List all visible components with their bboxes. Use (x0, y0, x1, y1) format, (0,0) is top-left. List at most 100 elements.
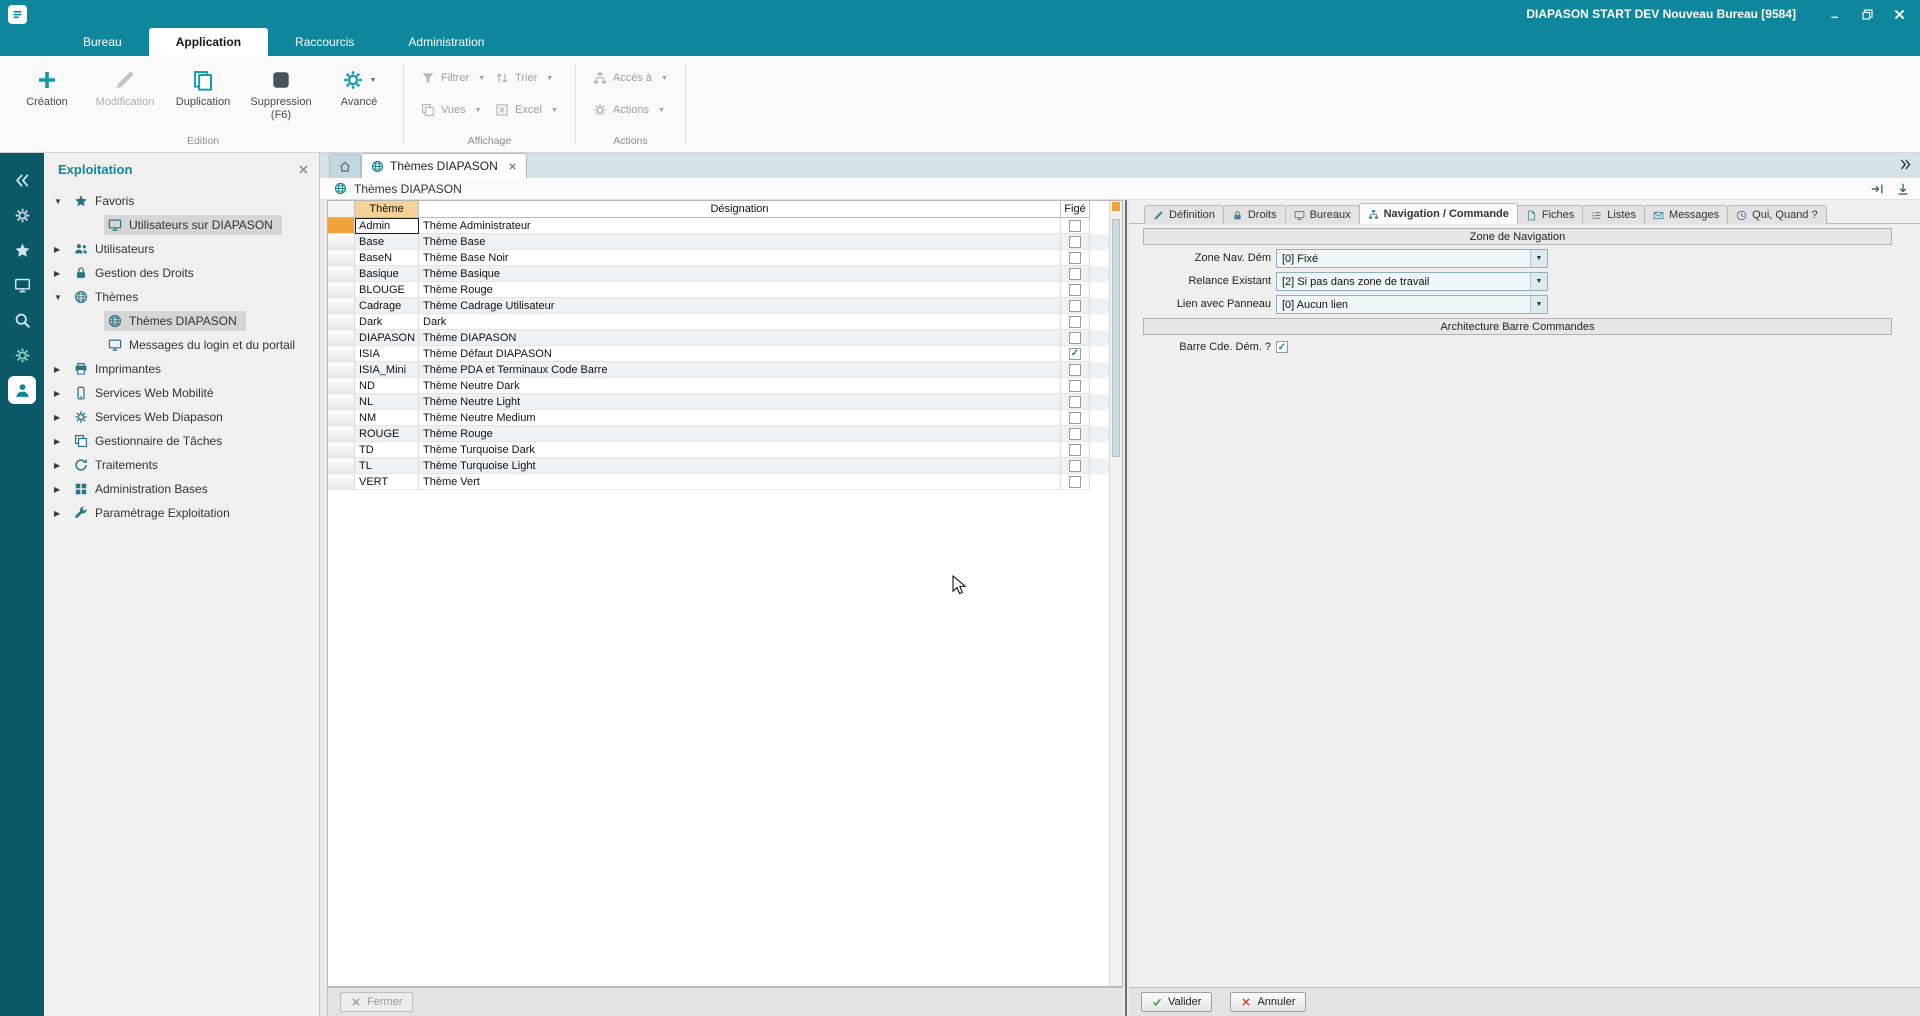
row-selector[interactable] (328, 298, 355, 314)
tab-overflow-button[interactable] (1899, 158, 1912, 174)
dropdown-caret-icon[interactable]: ▼ (370, 77, 377, 84)
panel-tab[interactable]: Fiches (1517, 205, 1583, 224)
designation-column-header[interactable]: Désignation (419, 201, 1061, 218)
expand-arrow-icon[interactable]: ▶ (54, 413, 70, 422)
theme-cell[interactable]: ISIA_Mini (355, 362, 419, 378)
designation-cell[interactable]: Thème Rouge (419, 426, 1061, 442)
table-row[interactable]: TL Thème Turquoise Light (328, 458, 1122, 474)
fige-checkbox[interactable] (1069, 348, 1081, 360)
theme-cell[interactable]: ND (355, 378, 419, 394)
fige-checkbox[interactable] (1069, 316, 1081, 328)
table-row[interactable]: ISIA_Mini Thème PDA et Terminaux Code Ba… (328, 362, 1122, 378)
table-row[interactable]: VERT Thème Vert (328, 474, 1122, 490)
table-row[interactable]: NM Thème Neutre Medium (328, 410, 1122, 426)
search-button[interactable] (8, 306, 36, 334)
tree-item[interactable]: ▶ Gestion des Droits (44, 261, 319, 285)
panel-tab[interactable]: Qui, Quand ? (1727, 205, 1826, 224)
panel-tab[interactable]: Droits (1223, 205, 1286, 224)
annuler-button[interactable]: Annuler (1230, 992, 1306, 1012)
tree-item[interactable]: ▼ Favoris (44, 189, 319, 213)
theme-cell[interactable]: Base (355, 234, 419, 250)
theme-cell[interactable]: TL (355, 458, 419, 474)
table-row[interactable]: Dark Dark (328, 314, 1122, 330)
designation-cell[interactable]: Thème Neutre Dark (419, 378, 1061, 394)
fige-cell[interactable] (1061, 298, 1090, 314)
creation-button[interactable]: Création (8, 60, 86, 135)
row-selector[interactable] (328, 218, 355, 234)
theme-cell[interactable]: NM (355, 410, 419, 426)
expand-arrow-icon[interactable]: ▶ (54, 437, 70, 446)
designation-cell[interactable]: Thème Administrateur (419, 218, 1061, 234)
fige-cell[interactable] (1061, 330, 1090, 346)
fige-cell[interactable] (1061, 426, 1090, 442)
expand-arrow-icon[interactable]: ▶ (54, 389, 70, 398)
row-selector[interactable] (328, 234, 355, 250)
fige-checkbox[interactable] (1069, 252, 1081, 264)
expand-arrow-icon[interactable]: ▶ (54, 485, 70, 494)
panel-tab[interactable]: Définition (1144, 205, 1224, 224)
table-row[interactable]: Cadrage Thème Cadrage Utilisateur (328, 298, 1122, 314)
fige-checkbox[interactable] (1069, 364, 1081, 376)
fermer-button[interactable]: Fermer (340, 992, 413, 1012)
expand-arrow-icon[interactable]: ▶ (54, 365, 70, 374)
expand-arrow-icon[interactable]: ▶ (54, 269, 70, 278)
theme-cell[interactable]: Dark (355, 314, 419, 330)
fige-cell[interactable] (1061, 378, 1090, 394)
expand-arrow-icon[interactable]: ▶ (54, 509, 70, 518)
fige-checkbox[interactable] (1069, 380, 1081, 392)
close-sidebar-icon[interactable] (298, 164, 309, 175)
fige-checkbox[interactable] (1069, 428, 1081, 440)
dock-right-icon[interactable] (1870, 182, 1884, 196)
row-selector[interactable] (328, 314, 355, 330)
tree-item[interactable]: Messages du login et du portail (44, 333, 319, 357)
table-row[interactable]: BaseN Thème Base Noir (328, 250, 1122, 266)
designation-cell[interactable]: Thème Base (419, 234, 1061, 250)
designation-cell[interactable]: Thème PDA et Terminaux Code Barre (419, 362, 1061, 378)
dock-down-icon[interactable] (1896, 182, 1910, 196)
scrollbar-thumb[interactable] (1112, 219, 1120, 457)
fige-checkbox[interactable] (1069, 284, 1081, 296)
fige-cell[interactable] (1061, 474, 1090, 490)
fige-cell[interactable] (1061, 458, 1090, 474)
theme-cell[interactable]: BaseN (355, 250, 419, 266)
trier-button[interactable]: Trier ▼ (495, 70, 558, 86)
table-row[interactable]: ND Thème Neutre Dark (328, 378, 1122, 394)
fige-checkbox[interactable] (1069, 268, 1081, 280)
designation-cell[interactable]: Thème Vert (419, 474, 1061, 490)
tree-item[interactable]: ▶ Traitements (44, 453, 319, 477)
row-selector[interactable] (328, 378, 355, 394)
fige-checkbox[interactable] (1069, 332, 1081, 344)
duplication-button[interactable]: Duplication (164, 60, 242, 135)
selector-column-header[interactable] (328, 201, 355, 218)
fige-cell[interactable] (1061, 410, 1090, 426)
theme-column-header[interactable]: Thème (355, 201, 419, 218)
theme-cell[interactable]: Admin (355, 218, 419, 234)
fige-column-header[interactable]: Figé (1061, 201, 1090, 218)
row-selector[interactable] (328, 442, 355, 458)
expand-arrow-icon[interactable]: ▼ (54, 293, 70, 302)
tab-themes-diapason[interactable]: Thèmes DIAPASON (361, 153, 527, 178)
combo-arrow-icon[interactable]: ▼ (1530, 250, 1547, 267)
acces-a-button[interactable]: Accès à ▼ (593, 70, 668, 86)
designation-cell[interactable]: Thème Turquoise Dark (419, 442, 1061, 458)
row-selector[interactable] (328, 410, 355, 426)
theme-cell[interactable]: ROUGE (355, 426, 419, 442)
fige-cell[interactable] (1061, 218, 1090, 234)
designation-cell[interactable]: Thème Rouge (419, 282, 1061, 298)
dropdown-caret-icon[interactable]: ▼ (658, 107, 665, 114)
row-selector[interactable] (328, 250, 355, 266)
settings-button[interactable] (8, 201, 36, 229)
excel-button[interactable]: Excel ▼ (495, 102, 558, 118)
close-button[interactable] (1886, 4, 1912, 24)
favorites-button[interactable] (8, 236, 36, 264)
dropdown-caret-icon[interactable]: ▼ (661, 75, 668, 82)
combo-arrow-icon[interactable]: ▼ (1530, 273, 1547, 290)
menu-tab[interactable]: Bureau (56, 28, 149, 56)
fige-checkbox[interactable] (1069, 236, 1081, 248)
tree-item[interactable]: ▶ Services Web Diapason (44, 405, 319, 429)
theme-cell[interactable]: BLOUGE (355, 282, 419, 298)
designation-cell[interactable]: Thème Neutre Medium (419, 410, 1061, 426)
fige-cell[interactable] (1061, 282, 1090, 298)
vertical-scrollbar[interactable] (1109, 201, 1122, 986)
designation-cell[interactable]: Dark (419, 314, 1061, 330)
